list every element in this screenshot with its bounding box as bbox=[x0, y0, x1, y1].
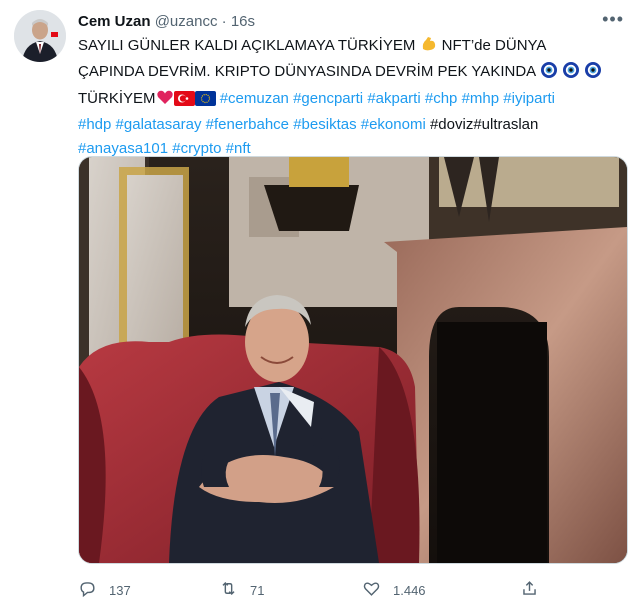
retweet-button[interactable]: 71 bbox=[219, 578, 264, 602]
hashtag-link[interactable]: #anayasa101 bbox=[78, 140, 168, 157]
handle[interactable]: @uzancc bbox=[155, 13, 218, 30]
text-segment: TÜRKİYEM bbox=[78, 89, 156, 107]
hashtag-link[interactable]: #besiktas bbox=[293, 116, 356, 133]
eu-flag-icon bbox=[194, 90, 216, 113]
reply-count: 137 bbox=[109, 582, 131, 598]
hashtag-link[interactable]: #gencparti bbox=[293, 90, 363, 107]
avatar[interactable] bbox=[14, 10, 66, 62]
hashtag-link[interactable]: #galatasaray bbox=[116, 116, 202, 133]
retweet-count: 71 bbox=[250, 582, 265, 598]
plain-hashtag-text: #doviz#ultraslan bbox=[429, 116, 539, 134]
display-name[interactable]: Cem Uzan bbox=[78, 13, 151, 30]
tweet-line-1: SAYILI GÜNLER KALDI AÇIKLAMAYA TÜRKİYEM … bbox=[78, 34, 626, 60]
text-segment: NFT’de DÜNYA bbox=[437, 37, 547, 54]
turkey-flag-icon bbox=[173, 90, 195, 113]
tweet-line-2: ÇAPINDA DEVRİM. KRIPTO DÜNYASINDA DEVRİM… bbox=[78, 60, 626, 86]
tweet-card[interactable]: Cem Uzan @uzancc · 16s ••• SAYILI GÜNLER… bbox=[0, 0, 640, 607]
hashtag-link[interactable]: #chp bbox=[425, 90, 458, 107]
tweet-line-3: TÜRKİYEM #cemuzan #gencparti #akparti #c… bbox=[78, 87, 626, 113]
tweet-actions: 137 71 1.446 bbox=[78, 578, 626, 602]
red-heart-icon bbox=[156, 88, 174, 113]
flexed-biceps-icon bbox=[420, 35, 438, 60]
reply-icon bbox=[78, 579, 97, 601]
reply-button[interactable]: 137 bbox=[78, 578, 131, 602]
hashtag-link[interactable]: #crypto bbox=[172, 140, 221, 157]
hashtag-link[interactable]: #iyiparti bbox=[503, 90, 555, 107]
tweet-photo[interactable] bbox=[78, 156, 628, 564]
hashtag-link[interactable]: #fenerbahce bbox=[206, 116, 289, 133]
text-segment: ÇAPINDA DEVRİM. KRIPTO DÜNYASINDA DEVRİM… bbox=[78, 63, 536, 81]
retweet-icon bbox=[219, 579, 238, 601]
meta-separator: · bbox=[221, 13, 227, 30]
hashtag-link[interactable]: #hdp bbox=[78, 116, 111, 133]
like-count: 1.446 bbox=[393, 582, 426, 598]
like-button[interactable]: 1.446 bbox=[362, 578, 426, 602]
hashtag-link[interactable]: #nft bbox=[226, 140, 251, 157]
nazar-amulet-icon bbox=[562, 61, 580, 86]
tweet-line-4: #hdp #galatasaray #fenerbahce #besiktas … bbox=[78, 113, 626, 136]
hashtag-link[interactable]: #ekonomi bbox=[361, 116, 426, 133]
hashtag-link[interactable]: #akparti bbox=[367, 90, 420, 107]
heart-icon bbox=[362, 579, 381, 601]
nazar-amulet-icon bbox=[540, 61, 558, 86]
share-button[interactable] bbox=[520, 578, 539, 602]
timestamp[interactable]: 16s bbox=[231, 13, 255, 30]
nazar-amulet-icon bbox=[584, 61, 602, 86]
more-dots-icon[interactable]: ••• bbox=[602, 9, 624, 30]
hashtag-link[interactable]: #cemuzan bbox=[220, 90, 289, 107]
share-icon bbox=[520, 579, 539, 601]
tweet-header: Cem Uzan @uzancc · 16s bbox=[78, 12, 624, 32]
tweet-text: SAYILI GÜNLER KALDI AÇIKLAMAYA TÜRKİYEM … bbox=[78, 34, 626, 160]
hashtag-link[interactable]: #mhp bbox=[462, 90, 500, 107]
text-segment: SAYILI GÜNLER KALDI AÇIKLAMAYA TÜRKİYEM bbox=[78, 37, 416, 54]
